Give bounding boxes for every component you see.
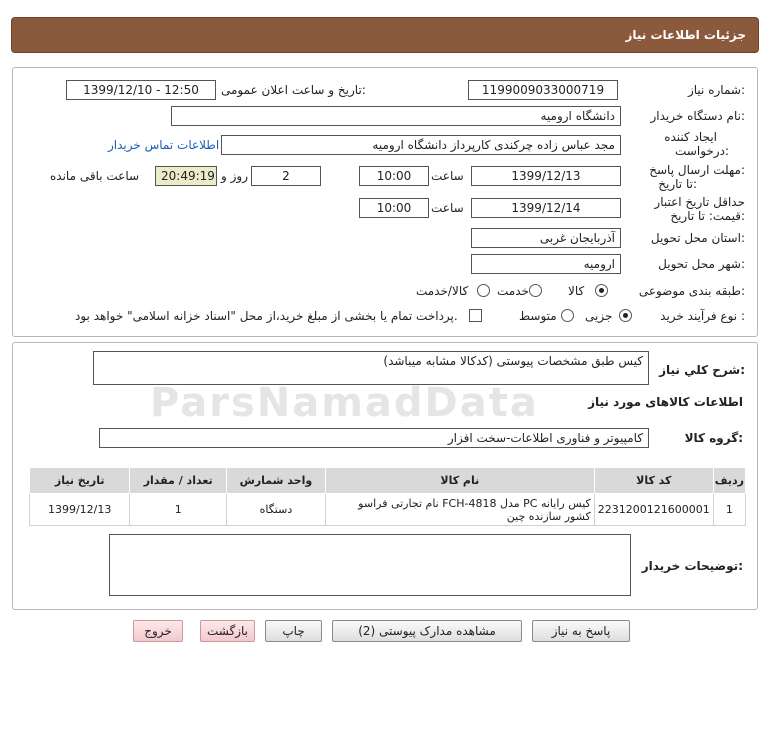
deadline-label-1: مهلت ارسال پاسخ: [649, 163, 745, 177]
payment-note: پرداخت تمام یا بخشی از مبلغ خرید،از محل … [75, 309, 458, 323]
cell-unit: دستگاه [226, 493, 326, 526]
cell-name: کیس رایانه PC مدل FCH-4818 نام تجارتی فر… [324, 493, 595, 526]
category-radio-goods[interactable] [595, 284, 608, 297]
print-button[interactable]: چاپ [265, 620, 322, 642]
category-option-goods-service: کالا/خدمت [416, 284, 469, 298]
items-heading: اطلاعات کالاهای مورد نیاز [588, 395, 743, 409]
creator-label-2: درخواست: [675, 144, 729, 158]
process-radio-minor[interactable] [619, 309, 632, 322]
items-table: ردیف کد کالا نام کالا واحد شمارش تعداد /… [28, 467, 747, 526]
days-label: روز و [221, 169, 248, 183]
remaining-time-field: 20:49:19 [155, 166, 217, 186]
notes-field [109, 534, 631, 596]
need-number-field: 1199009033000719 [468, 80, 618, 100]
category-option-goods: کالا [568, 284, 585, 298]
group-label: گروه کالا: [684, 431, 743, 445]
validity-date-field: 1399/12/14 [471, 198, 621, 218]
table-row: 1 2231200121600001 کیس رایانه PC مدل FCH… [28, 493, 747, 526]
col-date: تاریخ نیاز [28, 467, 131, 494]
city-field: ارومیه [471, 254, 621, 274]
validity-label-1: حداقل تاریخ اعتبار [654, 195, 745, 209]
days-field: 2 [251, 166, 321, 186]
description-field: کیس طبق مشخصات پیوستی (کدکالا مشابه میبا… [93, 351, 649, 385]
validity-label-2: قیمت: تا تاریخ: [670, 209, 745, 223]
creator-label-1: ایجاد کننده [664, 130, 717, 144]
process-radio-medium[interactable] [561, 309, 574, 322]
description-label: شرح کلي نياز: [659, 363, 745, 377]
back-button[interactable]: بازگشت [200, 620, 255, 642]
cell-qty: 1 [129, 493, 227, 526]
cell-row: 1 [712, 493, 747, 526]
province-field: آذربایجان غربی [471, 228, 621, 248]
category-radio-goods-service[interactable] [477, 284, 490, 297]
page-header: جزئیات اطلاعات نیاز [11, 17, 759, 53]
process-label: نوع فرآیند خرید : [660, 309, 745, 323]
need-summary-panel: شرح کلي نياز: کیس طبق مشخصات پیوستی (کدک… [12, 342, 758, 610]
validity-time-label: ساعت [431, 201, 464, 215]
buyer-org-field: دانشگاه ارومیه [171, 106, 621, 126]
col-qty: تعداد / مقدار [129, 467, 227, 494]
col-name: نام کالا [324, 467, 595, 494]
province-label: استان محل تحویل: [650, 231, 745, 245]
need-number-label: شماره نیاز: [687, 83, 745, 97]
process-option-medium: متوسط [519, 309, 557, 323]
cell-code: 2231200121600001 [593, 493, 714, 526]
buyer-contact-link[interactable]: اطلاعات تماس خریدار [108, 138, 219, 152]
category-option-service: خدمت [497, 284, 529, 298]
col-row: ردیف [712, 467, 747, 494]
process-option-minor: جزیی [585, 309, 613, 323]
exit-button[interactable]: خروج [133, 620, 183, 642]
validity-time-field: 10:00 [359, 198, 429, 218]
category-radio-service[interactable] [529, 284, 542, 297]
announce-field: 1399/12/10 - 12:50 [66, 80, 216, 100]
creator-field: مجد عباس زاده چرکندی کارپرداز دانشگاه ار… [221, 135, 621, 155]
deadline-label-2: تا تاریخ: [658, 177, 697, 191]
notes-label: توضیحات خریدار: [641, 559, 743, 573]
deadline-date-field: 1399/12/13 [471, 166, 621, 186]
payment-checkbox[interactable] [469, 309, 482, 322]
remaining-label: ساعت باقی مانده [50, 169, 140, 183]
category-label: طبقه بندی موضوعی: [638, 284, 745, 298]
reply-button[interactable]: پاسخ به نیاز [532, 620, 630, 642]
deadline-time-label: ساعت [431, 169, 464, 183]
col-unit: واحد شمارش [226, 467, 326, 494]
group-field: کامپیوتر و فناوری اطلاعات-سخت افزار [99, 428, 649, 448]
items-table-header-row: ردیف کد کالا نام کالا واحد شمارش تعداد /… [28, 467, 747, 494]
view-attachments-button[interactable]: مشاهده مدارک پیوستی (2) [332, 620, 522, 642]
buyer-org-label: نام دستگاه خریدار: [650, 109, 746, 123]
deadline-time-field: 10:00 [359, 166, 429, 186]
city-label: شهر محل تحویل: [658, 257, 745, 271]
page-title: جزئیات اطلاعات نیاز [625, 28, 746, 42]
need-info-panel: شماره نیاز: 1199009033000719 تاریخ و ساع… [12, 67, 758, 337]
cell-date: 1399/12/13 [28, 493, 131, 526]
col-code: کد کالا [593, 467, 714, 494]
announce-label: تاریخ و ساعت اعلان عمومی: [221, 83, 366, 97]
